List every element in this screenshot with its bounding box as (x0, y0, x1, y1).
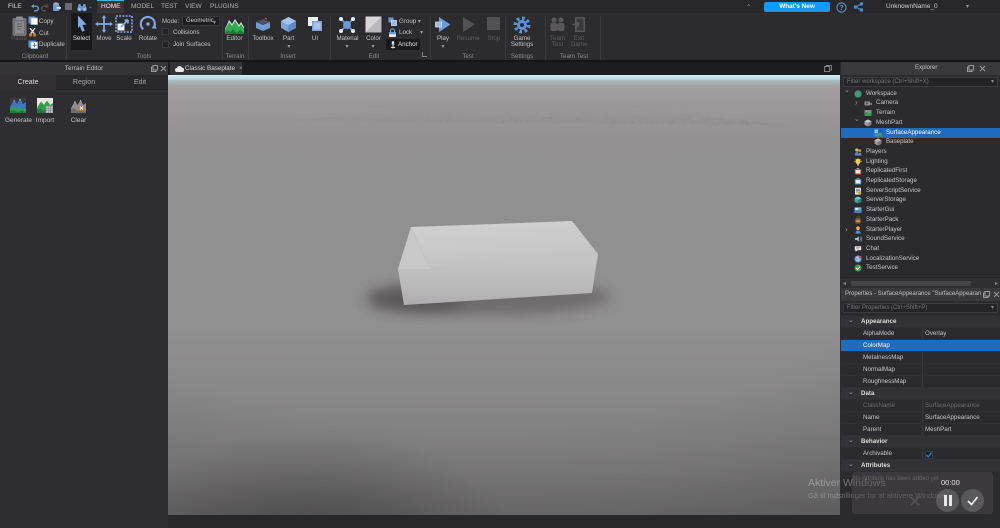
svg-text:?: ? (839, 5, 843, 12)
